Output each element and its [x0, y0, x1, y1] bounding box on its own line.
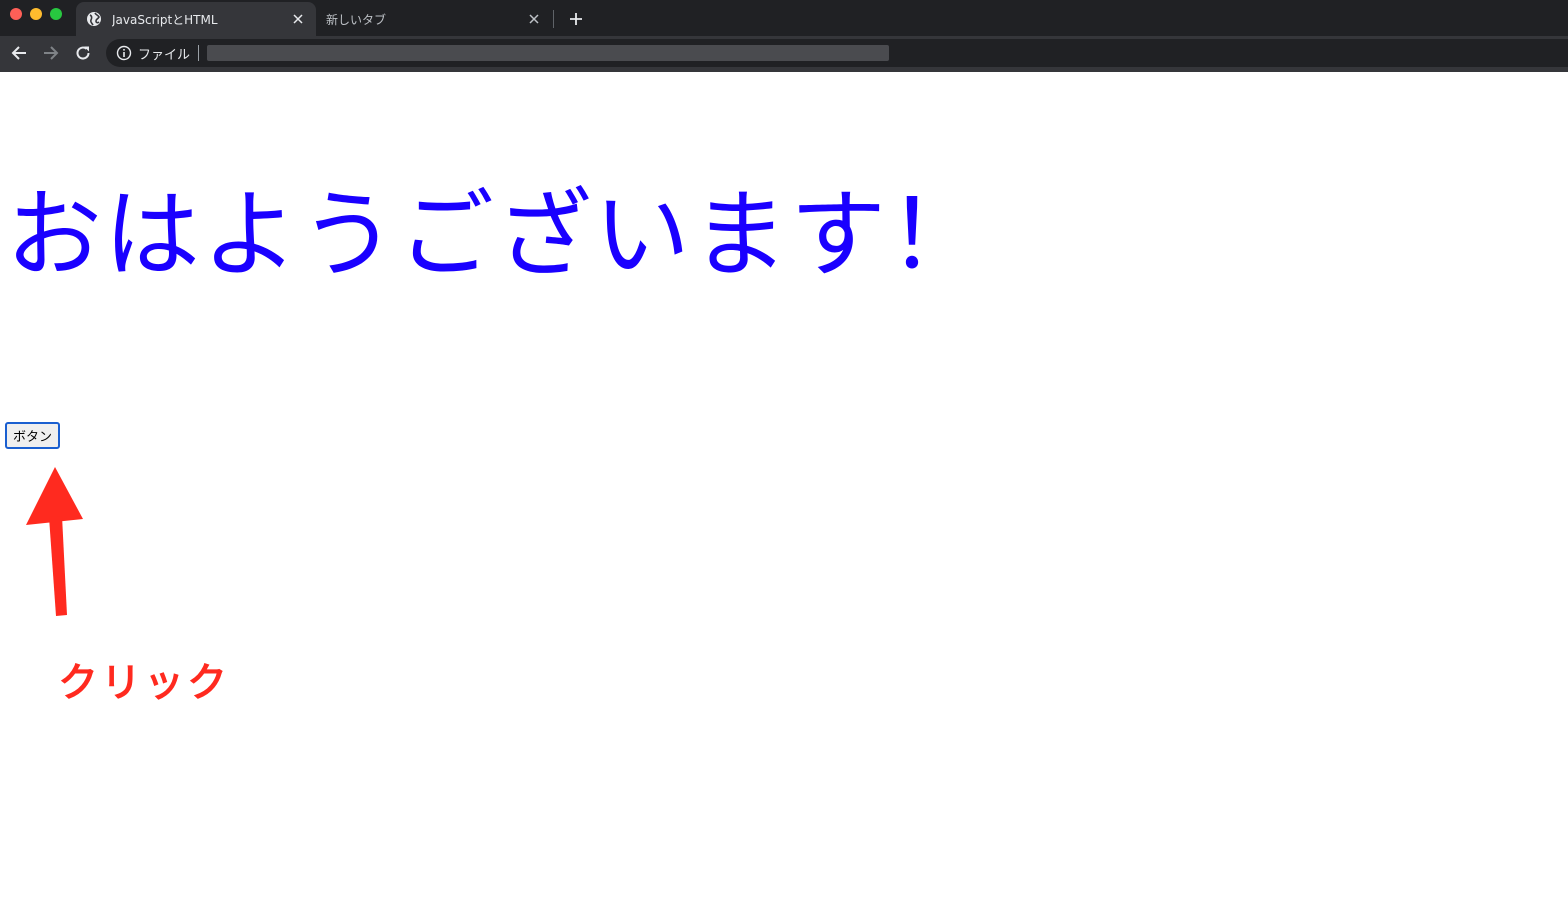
close-window-button[interactable] — [10, 8, 22, 20]
page-content: おはようございます！ ボタン クリック — [0, 72, 1568, 901]
reload-icon[interactable] — [72, 42, 94, 64]
page-heading: おはようございます！ — [6, 179, 986, 291]
arrow-up-icon — [26, 467, 83, 616]
arrow-left-icon[interactable] — [8, 42, 30, 64]
arrow-right-icon[interactable] — [40, 42, 62, 64]
minimize-window-button[interactable] — [30, 8, 42, 20]
browser-toolbar: ファイル — [0, 36, 1568, 70]
scheme-label: ファイル — [138, 47, 191, 63]
page-button[interactable]: ボタン — [5, 422, 61, 449]
tab-title: JavaScriptとHTML — [112, 12, 218, 27]
tab-title: 新しいタブ — [326, 12, 387, 27]
tab-new-tab[interactable]: 新しいタブ — [318, 2, 550, 36]
annotation-label: クリック — [58, 660, 230, 706]
omnibox-separator — [198, 45, 200, 61]
address-bar[interactable]: ファイル — [106, 39, 1568, 67]
tab-divider — [553, 10, 554, 28]
tab-strip: JavaScriptとHTML 新しいタブ — [0, 0, 1568, 36]
close-tab-icon[interactable] — [526, 11, 542, 27]
globe-icon — [87, 12, 101, 26]
tab-javascript-html[interactable]: JavaScriptとHTML — [76, 2, 316, 36]
info-icon[interactable] — [116, 45, 132, 61]
close-tab-icon[interactable] — [290, 11, 306, 27]
url-text[interactable] — [207, 45, 890, 61]
plus-icon[interactable] — [566, 9, 586, 29]
maximize-window-button[interactable] — [50, 8, 62, 20]
browser-chrome: JavaScriptとHTML 新しいタブ ファイル — [0, 0, 1568, 72]
